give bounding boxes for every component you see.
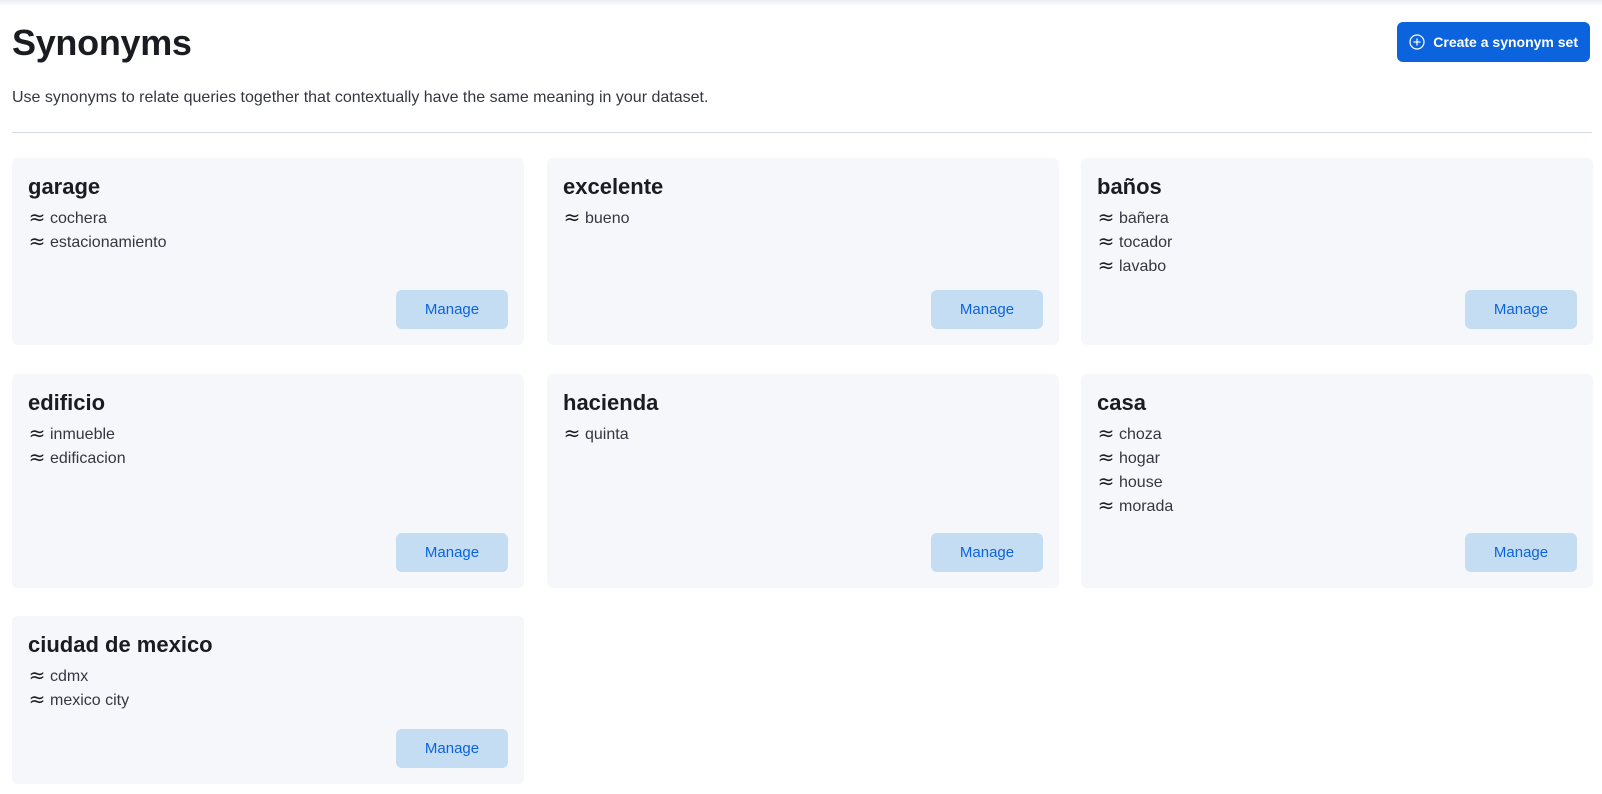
page-description: Use synonyms to relate queries together … (12, 89, 709, 106)
synonym-list: ≈ cdmx ≈ mexico city (28, 665, 508, 713)
approx-icon: ≈ (28, 687, 46, 711)
synonym-item: ≈ hogar (1097, 447, 1577, 471)
synonym-text: inmueble (50, 426, 115, 443)
synonym-item: ≈ inmueble (28, 423, 508, 447)
synonym-card-casa: casa ≈ choza ≈ hogar ≈ house ≈ morada Manage (1081, 374, 1593, 588)
manage-button[interactable]: Manage (931, 290, 1043, 329)
synonym-text: bueno (585, 210, 630, 227)
synonym-item: ≈ choza (1097, 423, 1577, 447)
card-title: ciudad de mexico (28, 632, 213, 657)
synonym-text: lavabo (1119, 258, 1167, 275)
card-title: edificio (28, 390, 106, 415)
synonym-item: ≈ mexico city (28, 689, 508, 713)
approx-icon: ≈ (1097, 205, 1115, 229)
synonym-text: cdmx (50, 668, 89, 685)
manage-button[interactable]: Manage (1465, 533, 1577, 572)
synonym-text: choza (1119, 426, 1162, 443)
synonym-list: ≈ choza ≈ hogar ≈ house ≈ morada (1097, 423, 1577, 519)
synonym-item: ≈ cochera (28, 207, 508, 231)
approx-icon: ≈ (1097, 469, 1115, 493)
synonym-card-hacienda: hacienda ≈ quinta Manage (547, 374, 1059, 588)
card-title: hacienda (563, 390, 659, 415)
synonym-text: bañera (1119, 210, 1169, 227)
card-title: baños (1097, 174, 1162, 199)
synonym-item: ≈ estacionamiento (28, 231, 508, 255)
approx-icon: ≈ (28, 205, 46, 229)
manage-button[interactable]: Manage (1465, 290, 1577, 329)
synonym-card-garage: garage ≈ cochera ≈ estacionamiento Manage (12, 158, 524, 345)
synonym-text: cochera (50, 210, 107, 227)
manage-button[interactable]: Manage (396, 290, 508, 329)
synonym-item: ≈ quinta (563, 423, 1043, 447)
approx-icon: ≈ (1097, 253, 1115, 277)
synonym-text: quinta (585, 426, 629, 443)
page-title: Synonyms (12, 22, 192, 63)
synonym-text: mexico city (50, 692, 130, 709)
approx-icon: ≈ (28, 445, 46, 469)
approx-icon: ≈ (1097, 229, 1115, 253)
page-header: Synonyms Use synonyms to relate queries … (12, 0, 1592, 133)
synonym-item: ≈ tocador (1097, 231, 1577, 255)
synonym-list: ≈ cochera ≈ estacionamiento (28, 207, 508, 255)
approx-icon: ≈ (563, 421, 581, 445)
synonym-item: ≈ house (1097, 471, 1577, 495)
approx-icon: ≈ (1097, 445, 1115, 469)
synonym-list: ≈ bueno (563, 207, 1043, 231)
approx-icon: ≈ (28, 663, 46, 687)
card-title: garage (28, 174, 101, 199)
synonym-item: ≈ lavabo (1097, 255, 1577, 279)
synonym-list: ≈ quinta (563, 423, 1043, 447)
approx-icon: ≈ (28, 229, 46, 253)
synonym-item: ≈ edificacion (28, 447, 508, 471)
synonym-item: ≈ cdmx (28, 665, 508, 689)
synonym-card-ciudad-de-mexico: ciudad de mexico ≈ cdmx ≈ mexico city Mana… (12, 616, 524, 784)
synonym-text: estacionamiento (50, 234, 167, 251)
approx-icon: ≈ (1097, 493, 1115, 517)
manage-button[interactable]: Manage (396, 729, 508, 768)
card-title: casa (1097, 390, 1146, 415)
synonym-text: edificacion (50, 450, 126, 467)
synonym-item: ≈ bañera (1097, 207, 1577, 231)
synonym-text: house (1119, 474, 1163, 491)
approx-icon: ≈ (28, 421, 46, 445)
synonyms-page: Synonyms Use synonyms to relate queries … (12, 0, 1593, 784)
create-synonym-set-label: Create a synonym set (1433, 34, 1578, 50)
create-synonym-set-button[interactable]: Create a synonym set (1397, 22, 1590, 62)
synonym-card-banos: baños ≈ bañera ≈ tocador ≈ lavabo Manage (1081, 158, 1593, 345)
approx-icon: ≈ (1097, 421, 1115, 445)
synonym-card-excelente: excelente ≈ bueno Manage (547, 158, 1059, 345)
synonym-list: ≈ bañera ≈ tocador ≈ lavabo (1097, 207, 1577, 279)
synonym-item: ≈ bueno (563, 207, 1043, 231)
synonym-item: ≈ morada (1097, 495, 1577, 519)
plus-circle-icon (1409, 34, 1425, 50)
synonym-text: morada (1119, 498, 1174, 515)
synonym-text: hogar (1119, 450, 1160, 467)
card-title: excelente (563, 174, 664, 199)
synonym-card-edificio: edificio ≈ inmueble ≈ edificacion Manage (12, 374, 524, 588)
manage-button[interactable]: Manage (396, 533, 508, 572)
manage-button[interactable]: Manage (931, 533, 1043, 572)
synonym-text: tocador (1119, 234, 1173, 251)
approx-icon: ≈ (563, 205, 581, 229)
synonym-list: ≈ inmueble ≈ edificacion (28, 423, 508, 471)
